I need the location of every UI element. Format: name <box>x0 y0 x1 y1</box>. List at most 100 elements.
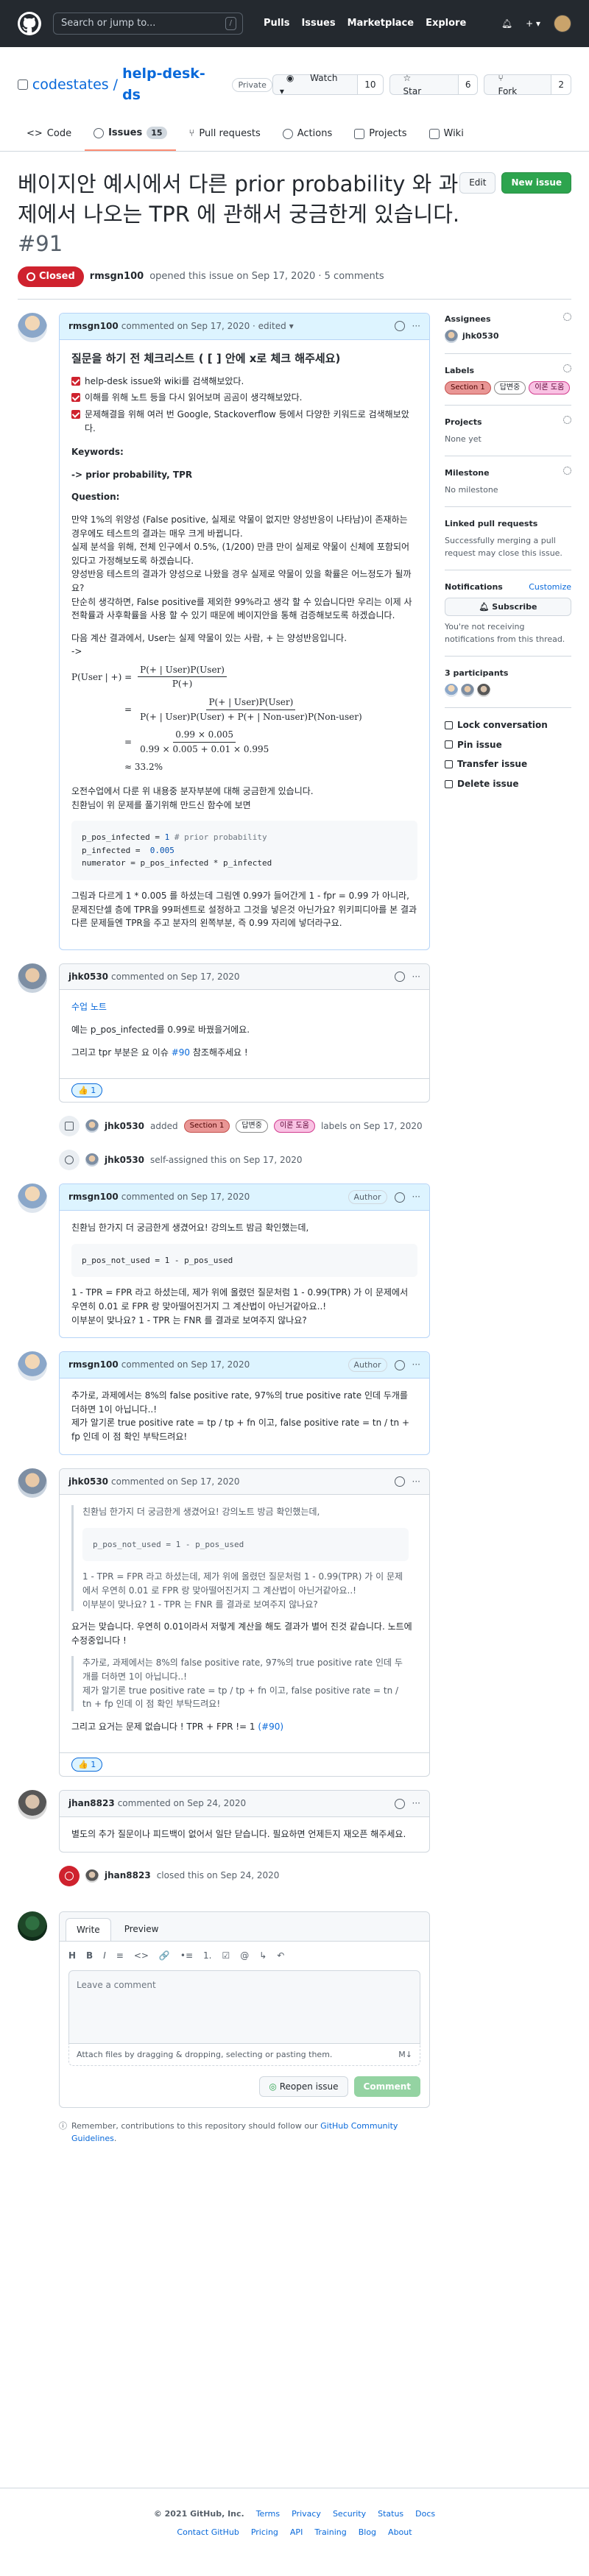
tab-code[interactable]: <> Code <box>18 120 80 151</box>
assignee-name[interactable]: jhk0530 <box>462 330 499 342</box>
new-issue-button[interactable]: New issue <box>501 172 571 194</box>
gear-icon[interactable] <box>563 312 571 321</box>
avatar[interactable] <box>18 963 47 993</box>
avatar[interactable] <box>18 312 47 342</box>
comment-author[interactable]: jhan8823 <box>68 1797 115 1811</box>
label-theory-help[interactable]: 이론 도움 <box>529 381 571 394</box>
footer-link-training[interactable]: Training <box>314 2526 346 2538</box>
nav-pulls[interactable]: Pulls <box>264 16 289 31</box>
search-input[interactable]: Search or jump to... / <box>53 13 243 35</box>
tab-wiki[interactable]: Wiki <box>420 120 473 151</box>
footer-link-api[interactable]: API <box>290 2526 303 2538</box>
fork-button[interactable]: ⑂ Fork 2 <box>484 73 571 96</box>
comment-meta[interactable]: commented on Sep 17, 2020 <box>121 1190 250 1204</box>
comment-meta[interactable]: commented on Sep 17, 2020 <box>121 1358 250 1372</box>
label-theory-help[interactable]: 이론 도움 <box>273 1119 315 1133</box>
footer-link-docs[interactable]: Docs <box>415 2508 435 2520</box>
issue-reference-link[interactable]: (#90) <box>258 1722 283 1732</box>
footer-link-blog[interactable]: Blog <box>359 2526 376 2538</box>
label-answering[interactable]: 답변중 <box>236 1119 268 1133</box>
avatar[interactable] <box>18 1351 47 1381</box>
event-actor[interactable]: jhan8823 <box>105 1869 151 1883</box>
event-actor[interactable]: jhk0530 <box>105 1119 144 1133</box>
star-count[interactable]: 6 <box>457 75 478 95</box>
bold-icon[interactable]: B <box>86 1949 93 1963</box>
footer-link-security[interactable]: Security <box>333 2508 366 2520</box>
pin-issue-link[interactable]: Pin issue <box>445 738 571 752</box>
tab-pull-requests[interactable]: ⑂ Pull requests <box>180 120 269 151</box>
avatar[interactable] <box>18 1183 47 1214</box>
footer-link-terms[interactable]: Terms <box>256 2508 280 2520</box>
emoji-reaction-icon[interactable] <box>394 1359 405 1370</box>
bulleted-list-icon[interactable]: •≡ <box>180 1949 193 1963</box>
avatar[interactable] <box>18 1911 47 1941</box>
comment-meta[interactable]: commented on Sep 17, 2020 <box>111 970 239 984</box>
avatar[interactable] <box>85 1869 99 1883</box>
nav-issues[interactable]: Issues <box>301 16 335 31</box>
more-options-icon[interactable]: ··· <box>412 1358 420 1372</box>
reply-icon[interactable]: ↶ <box>277 1949 284 1963</box>
avatar[interactable] <box>85 1153 99 1167</box>
emoji-reaction-icon[interactable] <box>394 321 405 332</box>
avatar[interactable] <box>445 329 458 343</box>
edit-button[interactable]: Edit <box>459 172 496 194</box>
footer-link-status[interactable]: Status <box>378 2508 403 2520</box>
comment-author[interactable]: jhk0530 <box>68 970 108 984</box>
participant-avatar[interactable] <box>477 684 490 698</box>
nav-explore[interactable]: Explore <box>426 16 466 31</box>
task-list-icon[interactable]: ☑ <box>222 1949 230 1963</box>
label-section-1[interactable]: Section 1 <box>445 381 491 394</box>
event-actor[interactable]: jhk0530 <box>105 1153 144 1167</box>
issue-author-link[interactable]: rmsgn100 <box>90 269 144 284</box>
markdown-icon[interactable]: M↓ <box>398 2048 412 2061</box>
lock-conversation-link[interactable]: Lock conversation <box>445 718 571 732</box>
more-options-icon[interactable]: ··· <box>412 319 420 333</box>
comment-meta[interactable]: commented on Sep 17, 2020 <box>111 1475 239 1489</box>
checkbox-checked[interactable] <box>71 393 80 403</box>
footer-link-about[interactable]: About <box>388 2526 412 2538</box>
thumbs-up-reaction[interactable]: 👍 1 <box>71 1758 103 1772</box>
more-options-icon[interactable]: ··· <box>412 970 420 984</box>
gear-icon[interactable] <box>563 415 571 424</box>
tab-issues[interactable]: Issues 15 <box>85 120 176 152</box>
footer-link-contact[interactable]: Contact GitHub <box>177 2526 239 2538</box>
plus-icon[interactable]: + ▾ <box>526 17 540 31</box>
reopen-issue-button[interactable]: ◎ Reopen issue <box>259 2076 348 2098</box>
comment-author[interactable]: rmsgn100 <box>68 1358 119 1372</box>
repo-owner-link[interactable]: codestates <box>32 74 109 96</box>
emoji-reaction-icon[interactable] <box>394 1798 405 1809</box>
link-icon[interactable]: 🔗 <box>159 1949 170 1963</box>
italic-icon[interactable]: I <box>103 1949 106 1963</box>
comment-author[interactable]: rmsgn100 <box>68 319 119 333</box>
github-logo-icon[interactable] <box>18 12 41 35</box>
subscribe-button[interactable]: 🔔︎ Subscribe <box>445 597 571 616</box>
attach-files-area[interactable]: Attach files by dragging & dropping, sel… <box>68 2043 420 2066</box>
watch-count[interactable]: 10 <box>357 75 383 95</box>
more-options-icon[interactable]: ··· <box>412 1190 420 1204</box>
label-section-1[interactable]: Section 1 <box>183 1119 230 1133</box>
star-button[interactable]: ☆ Star 6 <box>389 73 479 96</box>
nav-marketplace[interactable]: Marketplace <box>348 16 415 31</box>
comment-author[interactable]: rmsgn100 <box>68 1190 119 1204</box>
code-icon[interactable]: <> <box>134 1949 149 1963</box>
transfer-issue-link[interactable]: Transfer issue <box>445 757 571 771</box>
checkbox-checked[interactable] <box>71 409 80 419</box>
gear-icon[interactable] <box>563 364 571 372</box>
fork-count[interactable]: 2 <box>551 75 571 95</box>
mention-icon[interactable]: @ <box>240 1949 249 1963</box>
tab-preview[interactable]: Preview <box>114 1918 169 1942</box>
avatar[interactable] <box>18 1790 47 1820</box>
tab-actions[interactable]: Actions <box>274 120 342 151</box>
label-answering[interactable]: 답변중 <box>493 381 526 394</box>
participant-avatar[interactable] <box>461 684 474 698</box>
footer-link-privacy[interactable]: Privacy <box>292 2508 321 2520</box>
comment-meta[interactable]: commented on Sep 24, 2020 <box>118 1797 246 1811</box>
emoji-reaction-icon[interactable] <box>394 1476 405 1487</box>
cross-reference-icon[interactable]: ↳ <box>259 1949 267 1963</box>
more-options-icon[interactable]: ··· <box>412 1797 420 1811</box>
tab-projects[interactable]: Projects <box>345 120 415 151</box>
comment-meta[interactable]: commented on Sep 17, 2020 · edited <box>121 319 286 333</box>
footer-link-pricing[interactable]: Pricing <box>251 2526 278 2538</box>
watch-button[interactable]: ◉ Watch ▾ 10 <box>272 73 384 96</box>
delete-issue-link[interactable]: Delete issue <box>445 777 571 791</box>
